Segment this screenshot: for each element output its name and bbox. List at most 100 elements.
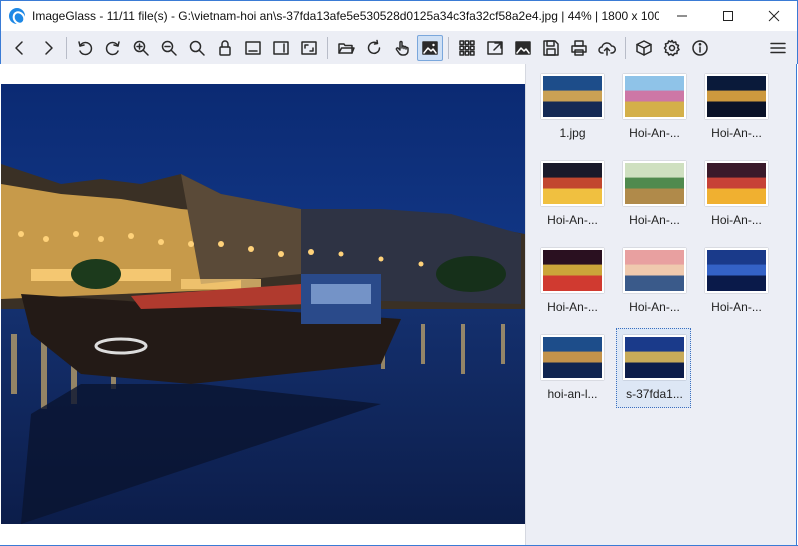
fullscreen-icon — [487, 40, 503, 55]
current-photo — [1, 84, 525, 524]
zoom-in-button[interactable] — [128, 35, 154, 61]
thumbnail-item[interactable]: Hoi-An-... — [698, 241, 773, 321]
cloud-upload-icon — [598, 41, 616, 56]
thumbnail-item[interactable]: Hoi-An-... — [616, 154, 691, 234]
toolbar — [0, 31, 798, 64]
back-button[interactable] — [7, 35, 33, 61]
thumbnail-image — [705, 74, 768, 119]
toolbar-separator — [448, 36, 449, 59]
close-icon — [768, 10, 780, 22]
box-icon — [636, 39, 652, 56]
thumbnail-image — [541, 74, 604, 119]
thumbnail-item[interactable]: Hoi-An-... — [616, 67, 691, 147]
info-icon — [692, 39, 708, 56]
maximize-button[interactable] — [705, 1, 751, 31]
save-as-button[interactable] — [538, 35, 564, 61]
thumbnail-panel[interactable]: 1.jpg Hoi-An-... Hoi-An-... Hoi-An-... Hoi-A… — [525, 64, 797, 545]
thumbnail-label: Hoi-An-... — [629, 300, 680, 314]
title-bar: ImageGlass - 11/11 file(s) - G:\vietnam-… — [0, 0, 798, 31]
scale-width-button[interactable] — [240, 35, 266, 61]
fit-height-icon — [273, 40, 289, 55]
thumbnail-image — [705, 248, 768, 293]
thumbnail-image — [541, 335, 604, 380]
thumbnail-image — [541, 161, 604, 206]
chevron-right-icon — [45, 40, 53, 55]
thumbnail-image — [623, 74, 686, 119]
lock-icon — [219, 39, 231, 56]
slideshow-icon — [515, 40, 531, 55]
image-viewer[interactable] — [1, 64, 525, 545]
close-button[interactable] — [751, 1, 797, 31]
thumbnail-image — [541, 248, 604, 293]
hand-pointer-icon — [395, 40, 409, 56]
print-button[interactable] — [566, 35, 592, 61]
thumbnail-image — [623, 335, 686, 380]
minimize-button[interactable] — [659, 1, 705, 31]
thumbnail-item[interactable]: s-37fda1... — [616, 328, 691, 408]
chevron-left-icon — [15, 40, 23, 55]
slideshow-button[interactable] — [510, 35, 536, 61]
thumbnail-item[interactable]: hoi-an-l... — [534, 328, 609, 408]
thumbnail-label: Hoi-An-... — [547, 300, 598, 314]
fullscreen-button[interactable] — [482, 35, 508, 61]
scale-to-fit-button[interactable] — [296, 35, 322, 61]
checkerboard-button[interactable] — [454, 35, 480, 61]
scale-height-button[interactable] — [268, 35, 294, 61]
refresh-icon — [367, 39, 381, 54]
thumbnail-item[interactable]: Hoi-An-... — [698, 154, 773, 234]
zoom-out-icon — [161, 40, 177, 56]
imageglass-logo-icon — [9, 8, 25, 24]
thumbnail-label: 1.jpg — [559, 126, 586, 140]
thumbnail-item[interactable]: Hoi-An-... — [534, 241, 609, 321]
about-button[interactable] — [687, 35, 713, 61]
open-file-button[interactable] — [333, 35, 359, 61]
rotate-left-button[interactable] — [72, 35, 98, 61]
rotate-right-icon — [105, 40, 120, 55]
toolbar-separator — [327, 36, 328, 59]
thumbnail-image — [705, 161, 768, 206]
thumbnail-item[interactable]: Hoi-An-... — [698, 67, 773, 147]
zoom-out-button[interactable] — [156, 35, 182, 61]
upload-button[interactable] — [594, 35, 620, 61]
magnifier-icon — [189, 40, 205, 56]
toolbar-separator — [66, 36, 67, 59]
thumbnail-image — [623, 161, 686, 206]
thumbnail-item[interactable]: Hoi-An-... — [534, 154, 609, 234]
forward-button[interactable] — [35, 35, 61, 61]
image-icon — [422, 40, 438, 55]
thumbnail-label: Hoi-An-... — [711, 300, 762, 314]
grid-icon — [459, 39, 475, 56]
thumbnail-item[interactable]: Hoi-An-... — [616, 241, 691, 321]
thumbnail-label: Hoi-An-... — [629, 213, 680, 227]
hamburger-menu-icon — [770, 42, 786, 53]
thumbnail-image — [623, 248, 686, 293]
print-icon — [571, 39, 587, 56]
thumbnail-item[interactable]: 1.jpg — [534, 67, 609, 147]
thumbnail-label: Hoi-An-... — [711, 213, 762, 227]
window-title: ImageGlass - 11/11 file(s) - G:\vietnam-… — [32, 9, 659, 23]
toolbar-separator — [625, 36, 626, 59]
thumbnail-label: Hoi-An-... — [711, 126, 762, 140]
main-menu-button[interactable] — [765, 35, 791, 61]
rotate-right-button[interactable] — [100, 35, 126, 61]
zoom-in-icon — [133, 40, 149, 56]
maximize-icon — [723, 11, 733, 21]
goto-image-button[interactable] — [389, 35, 415, 61]
thumbnail-label: hoi-an-l... — [547, 387, 598, 401]
thumbnail-bar-button[interactable] — [417, 34, 443, 61]
save-icon — [543, 39, 559, 56]
lock-zoom-button[interactable] — [212, 35, 238, 61]
thumbnail-label: Hoi-An-... — [629, 126, 680, 140]
fit-window-icon — [301, 40, 317, 55]
fit-width-icon — [245, 40, 261, 55]
extension-button[interactable] — [631, 35, 657, 61]
refresh-button[interactable] — [361, 35, 387, 61]
actual-size-button[interactable] — [184, 35, 210, 61]
thumbnail-label: Hoi-An-... — [547, 213, 598, 227]
settings-button[interactable] — [659, 35, 685, 61]
minimize-icon — [677, 15, 687, 17]
rotate-left-icon — [78, 40, 93, 55]
thumbnail-label: s-37fda1... — [626, 387, 683, 401]
gear-icon — [663, 39, 680, 56]
folder-open-icon — [338, 42, 355, 54]
